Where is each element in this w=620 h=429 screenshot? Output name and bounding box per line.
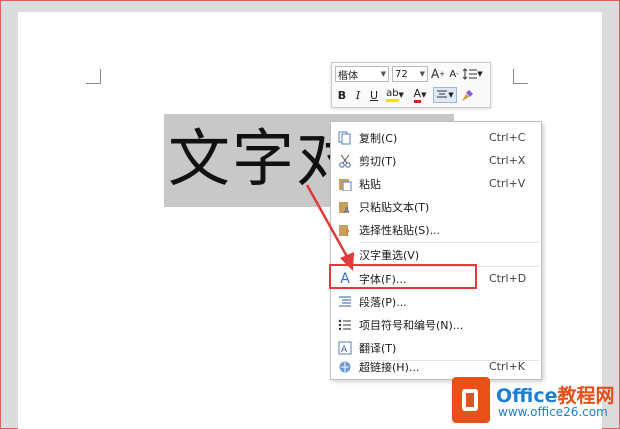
watermark-url: www.office26.com <box>498 405 608 419</box>
office-logo-icon <box>452 377 490 423</box>
watermark-brand-accent: 教程网 <box>557 385 615 407</box>
annotation-arrow-icon <box>305 184 354 271</box>
watermark-brand: Office教程网 <box>496 381 615 408</box>
office26-watermark: Office教程网 www.office26.com <box>452 375 620 429</box>
watermark-brand-main: Office <box>496 385 558 407</box>
